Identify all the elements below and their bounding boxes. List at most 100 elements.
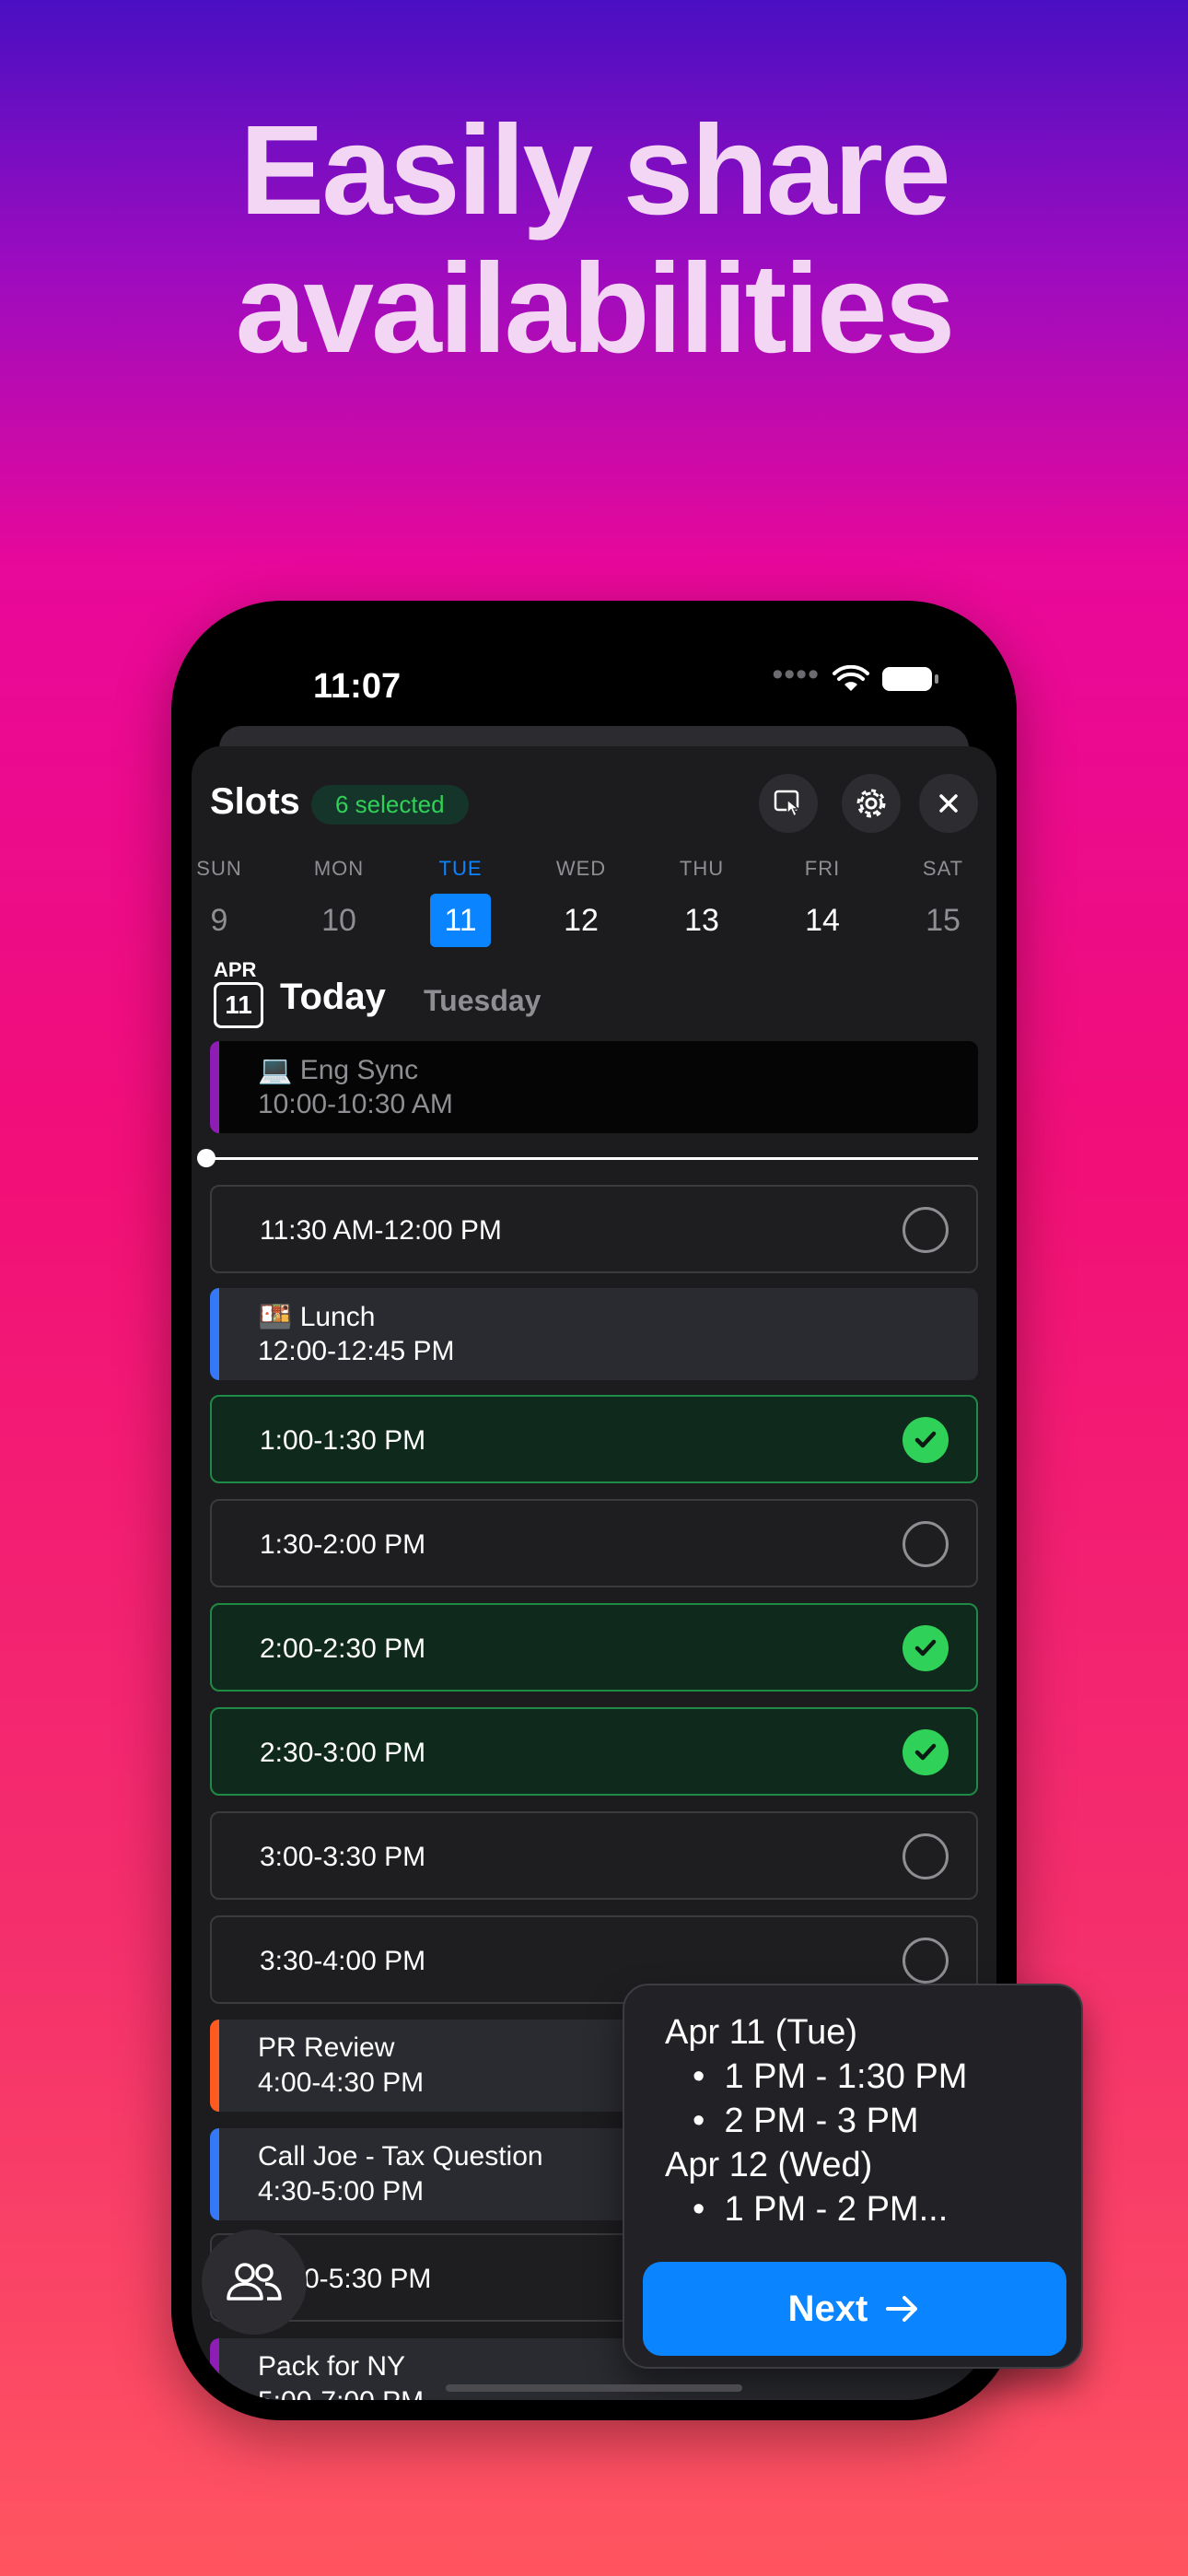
slot-row[interactable]: 11:30 AM-12:00 PM — [210, 1185, 978, 1273]
summary-item-text: 1 PM - 2 PM... — [724, 2190, 949, 2229]
headline: Easily share availabilities — [0, 101, 1188, 378]
calendar-month: APR — [214, 958, 257, 981]
event-color-bar — [210, 2338, 219, 2400]
day-number: 13 — [684, 903, 719, 938]
day-name: FRI — [804, 857, 841, 880]
summary-item: • 1 PM - 1:30 PM — [693, 2057, 967, 2097]
home-indicator[interactable] — [446, 2384, 742, 2392]
slot-time: 2:00-2:30 PM — [260, 1633, 426, 1664]
unchecked-circle-icon[interactable] — [903, 1207, 949, 1253]
summary-item-text: 1 PM - 1:30 PM — [724, 2057, 968, 2096]
summary-item: • 1 PM - 2 PM... — [693, 2190, 948, 2230]
slot-time: 1:30-2:00 PM — [260, 1529, 426, 1560]
settings-button[interactable] — [842, 774, 901, 833]
weekday-label: Tuesday — [424, 984, 542, 1017]
event-color-bar — [210, 2020, 219, 2112]
wifi-icon — [833, 665, 869, 691]
event-title: 🍱 Lunch — [258, 1302, 376, 1332]
day-number: 14 — [805, 903, 840, 938]
day-number: 15 — [926, 903, 961, 938]
battery-icon — [882, 667, 938, 691]
event-time: 12:00-12:45 PM — [258, 1336, 455, 1366]
selected-count-badge: 6 selected — [311, 785, 469, 825]
checkmark-icon[interactable] — [903, 1729, 949, 1775]
day-name: SAT — [922, 857, 964, 880]
people-button[interactable] — [202, 2230, 307, 2335]
close-icon — [939, 794, 958, 813]
unchecked-circle-icon[interactable] — [903, 1833, 949, 1879]
status-icons: •••• — [772, 659, 938, 693]
slot-row-selected[interactable]: 2:00-2:30 PM — [210, 1603, 978, 1692]
close-button[interactable] — [919, 774, 978, 833]
page-title: Slots — [210, 781, 300, 822]
bullet-icon: • — [693, 2102, 705, 2140]
event-title: PR Review — [258, 2032, 395, 2063]
summary-item: • 2 PM - 3 PM — [693, 2102, 919, 2141]
slot-time: 11:30 AM-12:00 PM — [260, 1215, 502, 1246]
unchecked-circle-icon[interactable] — [903, 1938, 949, 1984]
slot-time: 1:00-1:30 PM — [260, 1425, 426, 1456]
slot-time: 0-5:30 PM — [304, 2264, 432, 2294]
event-color-bar — [210, 2128, 219, 2220]
checkmark-icon[interactable] — [903, 1417, 949, 1463]
day-number: 10 — [321, 903, 356, 938]
current-time-dot — [197, 1149, 215, 1167]
event-title: 💻 Eng Sync — [258, 1055, 419, 1085]
gear-icon — [856, 789, 886, 818]
share-summary-popup: Apr 11 (Tue) • 1 PM - 1:30 PM • 2 PM - 3… — [623, 1984, 1083, 2369]
day-thu[interactable]: THU 13 — [665, 857, 739, 947]
event-eng-sync[interactable]: 💻 Eng Sync 10:00-10:30 AM — [210, 1041, 978, 1133]
slot-time: 3:30-4:00 PM — [260, 1946, 426, 1976]
summary-date: Apr 12 (Wed) — [665, 2146, 873, 2184]
event-time: 10:00-10:30 AM — [258, 1089, 453, 1119]
slot-row-selected[interactable]: 2:30-3:00 PM — [210, 1707, 978, 1796]
day-name: MON — [313, 857, 365, 880]
day-sun[interactable]: SUN 9 — [192, 857, 256, 947]
slot-time: 3:00-3:30 PM — [260, 1842, 426, 1872]
unchecked-circle-icon[interactable] — [903, 1521, 949, 1567]
day-sat[interactable]: SAT 15 — [906, 857, 980, 947]
calendar-day: 11 — [214, 982, 263, 1028]
day-name: THU — [679, 857, 725, 880]
headline-line-2: availabilities — [235, 238, 956, 380]
day-tue[interactable]: TUE 11 — [424, 857, 497, 947]
slot-row[interactable]: 1:30-2:00 PM — [210, 1499, 978, 1587]
day-mon[interactable]: MON 10 — [302, 857, 376, 947]
next-label: Next — [787, 2288, 868, 2329]
share-tap-icon — [774, 790, 801, 818]
event-color-bar — [210, 1041, 219, 1133]
day-name: WED — [555, 857, 607, 880]
bullet-icon: • — [693, 2057, 705, 2096]
date-heading: APR 11 Today Tuesday — [214, 958, 950, 1032]
day-fri[interactable]: FRI 14 — [786, 857, 859, 947]
slot-row[interactable]: 3:00-3:30 PM — [210, 1811, 978, 1900]
signal-icon: •••• — [772, 657, 820, 692]
day-number: 9 — [210, 903, 228, 938]
today-label: Today — [280, 977, 386, 1017]
checkmark-icon[interactable] — [903, 1625, 949, 1671]
bullet-icon: • — [693, 2190, 705, 2229]
day-name: TUE — [438, 857, 483, 880]
sheet-header: Slots 6 selected — [210, 774, 978, 838]
event-lunch[interactable]: 🍱 Lunch 12:00-12:45 PM — [210, 1288, 978, 1380]
event-time: 4:00-4:30 PM — [258, 2067, 425, 2098]
event-title: Pack for NY — [258, 2351, 406, 2382]
summary-item-text: 2 PM - 3 PM — [724, 2102, 919, 2140]
event-title: Call Joe - Tax Question — [258, 2141, 543, 2172]
slot-time: 2:30-3:00 PM — [260, 1738, 426, 1768]
event-time: 5:00-7:00 PM — [258, 2386, 424, 2400]
slot-row-selected[interactable]: 1:00-1:30 PM — [210, 1395, 978, 1483]
day-wed[interactable]: WED 12 — [544, 857, 618, 947]
event-color-bar — [210, 1288, 219, 1380]
current-time-indicator — [197, 1149, 978, 1167]
event-time: 4:30-5:00 PM — [258, 2176, 425, 2207]
share-button[interactable] — [759, 774, 818, 833]
status-time: 11:07 — [313, 667, 402, 706]
summary-date: Apr 11 (Tue) — [665, 2013, 858, 2052]
day-name: SUN — [196, 857, 242, 880]
arrow-right-icon — [886, 2296, 918, 2322]
week-strip: SUN 9 MON 10 TUE 11 WED 12 THU 13 FRI 14… — [192, 857, 996, 949]
next-button[interactable]: Next — [643, 2262, 1066, 2356]
headline-line-1: Easily share — [239, 100, 951, 241]
people-icon — [227, 2263, 282, 2301]
